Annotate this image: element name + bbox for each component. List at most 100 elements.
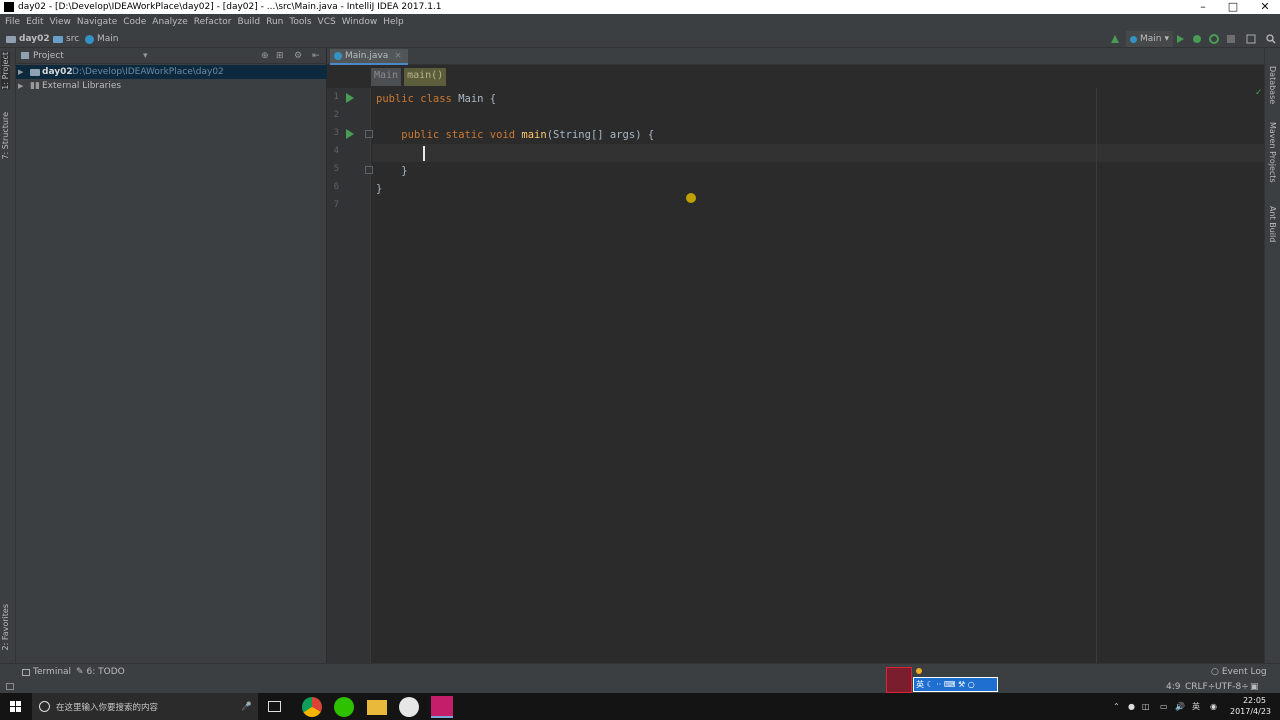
code-editor[interactable]: public class Main { public static void m… (376, 88, 1096, 663)
window-title-bar: day02 - [D:\Develop\IDEAWorkPlace\day02]… (0, 0, 1280, 14)
tab-maven-projects[interactable]: Maven Projects (1268, 122, 1277, 183)
punctuation-icon[interactable]: ·· (936, 680, 941, 689)
tree-item-label: External Libraries (42, 81, 122, 91)
collapse-all-icon[interactable]: ⊞ (276, 48, 284, 64)
nav-main[interactable]: Main (85, 30, 119, 48)
menu-navigate[interactable]: Navigate (74, 14, 120, 30)
nav-src-label: src (66, 34, 80, 44)
fold-method-icon[interactable] (365, 130, 373, 138)
menu-tools[interactable]: Tools (286, 14, 314, 30)
fold-end-icon[interactable] (365, 166, 373, 174)
chrome-icon[interactable] (302, 697, 322, 717)
build-icon[interactable] (1110, 34, 1120, 44)
expand-arrow-icon[interactable]: ▶ (18, 65, 23, 79)
taskbar-clock[interactable]: 22:05 2017/4/23 (1230, 695, 1271, 717)
tab-database[interactable]: Database (1268, 66, 1277, 104)
menu-code[interactable]: Code (120, 14, 149, 30)
settings-icon[interactable]: ○ (968, 680, 975, 689)
run-class-gutter-icon[interactable] (346, 93, 354, 103)
microphone-icon[interactable]: 🎤 (241, 702, 252, 712)
toggle-tool-windows-icon[interactable] (6, 683, 14, 690)
left-tool-stripe: 1: Project 7: Structure 2: Favorites (0, 48, 16, 663)
run-icon[interactable] (1175, 34, 1185, 44)
windows-start-icon[interactable] (10, 701, 21, 712)
tab-label: Main.java (345, 51, 389, 61)
line-number: 2 (333, 110, 339, 120)
chevron-down-icon[interactable]: ▾ (143, 48, 148, 64)
nav-main-label: Main (97, 34, 119, 44)
menu-vcs[interactable]: VCS (315, 14, 339, 30)
tree-item-external-libraries[interactable]: ▶ ▮▮ External Libraries (16, 79, 327, 93)
menu-window[interactable]: Window (339, 14, 381, 30)
breadcrumb-method[interactable]: main() (404, 68, 447, 86)
status-encoding[interactable]: UTF-8÷ (1215, 682, 1249, 692)
tray-notification-icon[interactable]: ◉ (1210, 693, 1217, 720)
search-icon[interactable] (1266, 34, 1276, 44)
nav-src[interactable]: src (53, 30, 79, 48)
tray-expand-icon[interactable]: ⌃ (1113, 693, 1120, 720)
intellij-taskbar-icon[interactable] (431, 696, 453, 718)
tab-event-log[interactable]: ○ Event Log (1211, 667, 1267, 677)
nav-project[interactable]: day02 (6, 30, 50, 48)
menu-analyze[interactable]: Analyze (149, 14, 190, 30)
ime-lang[interactable]: 英 (916, 680, 924, 689)
source-folder-icon (53, 35, 63, 43)
breadcrumb-class[interactable]: Main (371, 68, 402, 86)
run-method-gutter-icon[interactable] (346, 129, 354, 139)
tab-structure[interactable]: 7: Structure (1, 112, 10, 160)
gear-icon[interactable]: ⚙ (294, 48, 302, 64)
lock-icon[interactable]: ▣ (1250, 682, 1259, 692)
mouse-highlight (686, 193, 696, 203)
code-line-6: } (376, 183, 383, 195)
tray-ime-lang[interactable]: 英 (1192, 693, 1200, 720)
tray-app-icon[interactable]: ● (1128, 693, 1135, 720)
project-view-label[interactable]: Project (33, 48, 64, 64)
menu-build[interactable]: Build (235, 14, 264, 30)
task-view-icon[interactable] (268, 701, 281, 712)
tab-todo[interactable]: ✎ 6: TODO (76, 667, 125, 677)
menu-help[interactable]: Help (380, 14, 407, 30)
moon-icon[interactable]: ☾ (927, 680, 934, 689)
debug-icon[interactable] (1192, 34, 1202, 44)
close-button[interactable]: ✕ (1250, 0, 1280, 14)
menu-run[interactable]: Run (263, 14, 286, 30)
run-config-icon (1130, 35, 1137, 43)
wrench-icon[interactable]: ⚒ (958, 680, 965, 689)
menu-bar: File Edit View Navigate Code Analyze Refactor B… (0, 14, 1280, 30)
tab-favorites[interactable]: 2: Favorites (1, 604, 10, 650)
scroll-from-source-icon[interactable]: ⊕ (261, 48, 269, 64)
tray-volume-icon[interactable]: 🔊 (1175, 693, 1185, 720)
ime-bar[interactable]: 英 ☾ ·· ⌨ ⚒ ○ (913, 677, 998, 692)
wechat-icon[interactable] (334, 697, 354, 717)
keyboard-icon[interactable]: ⌨ (944, 680, 956, 689)
run-config-dropdown[interactable]: Main ▾ (1126, 31, 1174, 47)
app-icon[interactable] (399, 697, 419, 717)
tab-project[interactable]: 1: Project (1, 52, 10, 90)
menu-view[interactable]: View (47, 14, 74, 30)
tab-terminal[interactable]: Terminal (22, 667, 71, 677)
project-structure-icon[interactable] (1246, 34, 1256, 44)
taskbar-search-box[interactable]: 在这里输入你要搜索的内容 🎤 (32, 693, 258, 720)
file-explorer-icon[interactable] (367, 700, 387, 715)
ime-toolbar: 英 ☾ ·· ⌨ ⚒ ○ (886, 667, 998, 693)
tray-network-icon[interactable]: ◫ (1142, 693, 1150, 720)
stop-icon[interactable] (1226, 34, 1236, 44)
maximize-button[interactable]: □ (1218, 0, 1248, 14)
tray-battery-icon[interactable]: ▭ (1160, 693, 1168, 720)
coverage-icon[interactable] (1209, 34, 1219, 44)
menu-edit[interactable]: Edit (23, 14, 46, 30)
expand-arrow-icon[interactable]: ▶ (18, 79, 23, 93)
menu-refactor[interactable]: Refactor (191, 14, 235, 30)
terminal-icon (22, 668, 30, 676)
menu-file[interactable]: File (2, 14, 23, 30)
editor-gutter: 1 2 3 4 5 6 7 (327, 88, 373, 663)
status-line-separator[interactable]: CRLF÷ (1185, 682, 1215, 692)
tab-main-java[interactable]: Main.java × (330, 49, 408, 65)
hide-panel-icon[interactable]: ⇤ (312, 48, 320, 64)
minimize-button[interactable]: – (1188, 0, 1218, 14)
tree-item-day02[interactable]: ▶ day02 D:\Develop\IDEAWorkPlace\day02 (16, 65, 327, 79)
close-tab-icon[interactable]: × (394, 51, 402, 61)
window-title: day02 - [D:\Develop\IDEAWorkPlace\day02]… (18, 2, 442, 12)
tab-ant-build[interactable]: Ant Build (1268, 206, 1277, 242)
status-caret-position[interactable]: 4:9 (1166, 682, 1180, 692)
